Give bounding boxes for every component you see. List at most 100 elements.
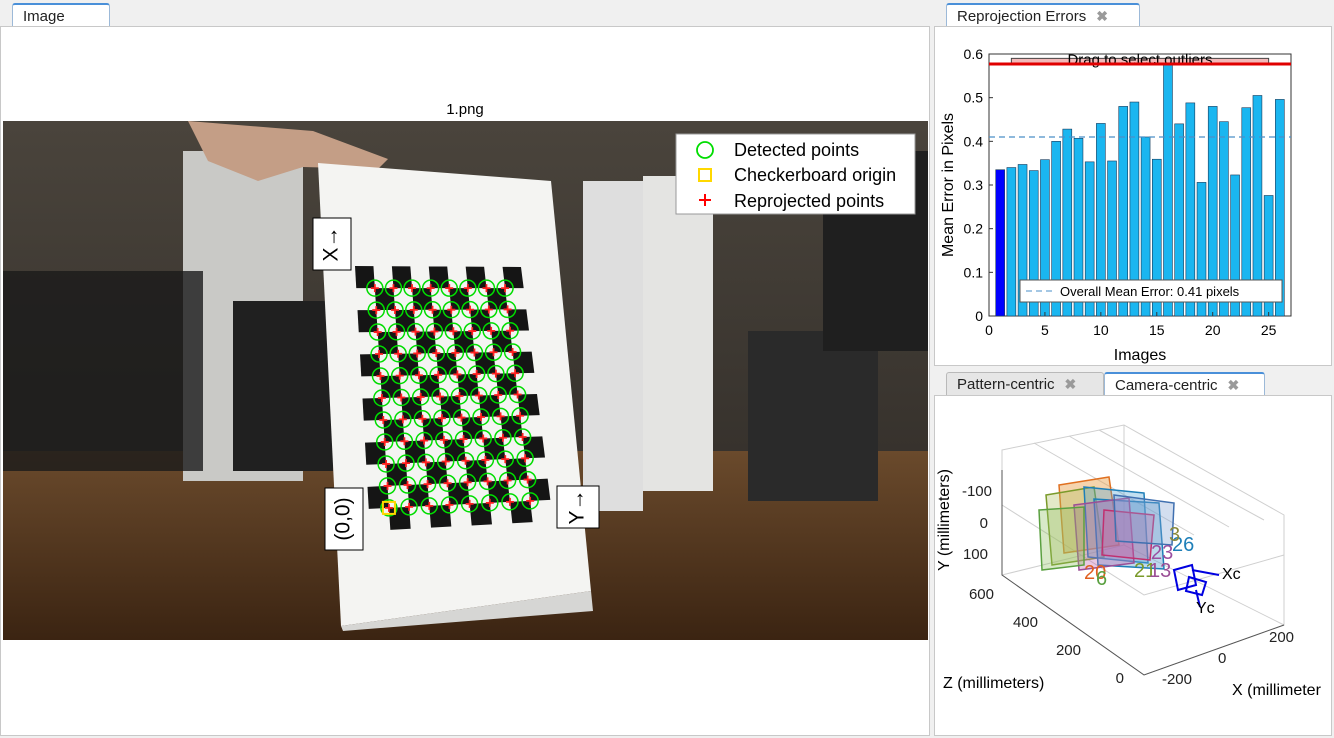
y-tick-label: 0.1 xyxy=(964,264,984,280)
checker-square xyxy=(465,459,488,483)
svg-text:(0,0): (0,0) xyxy=(332,497,355,540)
x-tick-label: 15 xyxy=(1149,322,1165,338)
checker-square xyxy=(465,266,487,289)
checker-square xyxy=(365,441,387,465)
y-axis-label: Mean Error in Pixels xyxy=(940,113,957,257)
tab-reprojection-errors[interactable]: Reprojection Errors ✖ xyxy=(946,3,1140,28)
checker-square xyxy=(453,331,475,353)
checker-square xyxy=(362,398,384,421)
checker-square xyxy=(428,266,450,289)
legend-origin: Checkerboard origin xyxy=(734,165,896,185)
y-tick-label: 0.5 xyxy=(964,90,984,106)
x-axis-label: X (millimeter xyxy=(1232,682,1322,699)
y-tick: 0 xyxy=(980,515,988,532)
checker-square xyxy=(461,416,484,440)
error-bar[interactable] xyxy=(1006,167,1017,317)
x-tick: 200 xyxy=(1269,629,1294,646)
z-axis-label: Z (millimeters) xyxy=(943,675,1044,692)
z-tick: 200 xyxy=(1056,642,1081,659)
error-bar[interactable] xyxy=(1163,63,1173,317)
checker-square xyxy=(395,309,416,332)
z-tick: 600 xyxy=(969,586,994,603)
checker-square xyxy=(483,437,506,460)
checker-square xyxy=(415,331,437,354)
y-tick-label: 0.2 xyxy=(964,221,984,237)
z-tick: 0 xyxy=(1116,670,1124,687)
checker-square xyxy=(447,482,470,505)
checker-square xyxy=(401,397,423,420)
y-tick-label: 0.4 xyxy=(964,133,984,149)
tab-camera-centric[interactable]: Camera-centric ✖ xyxy=(1104,372,1265,397)
y-arrow-label: Y→ xyxy=(556,485,600,529)
checker-square xyxy=(449,288,471,310)
checker-square xyxy=(469,502,492,526)
y-tick: -100 xyxy=(962,483,992,500)
checker-square xyxy=(404,440,426,464)
image-title: 1.png xyxy=(446,101,484,118)
camera-y-axis-label: Yc xyxy=(1196,600,1215,617)
y-axis-label: Y (millimeters) xyxy=(936,469,953,571)
reprojection-error-chart[interactable]: Drag to select outliers Overall Mean Erro… xyxy=(934,26,1332,366)
checker-square xyxy=(391,266,413,289)
tab-image[interactable]: Image xyxy=(12,3,110,28)
checker-square xyxy=(388,506,411,530)
camera-centric-3d-plot[interactable]: -100 0 100 600 400 200 0 -200 0 200 Y (m… xyxy=(934,395,1332,736)
calibration-image: X→ (0,0) Y→ Detected points Checkerboard… xyxy=(3,121,928,640)
checker-square xyxy=(377,331,399,355)
y-tick-label: 0.6 xyxy=(964,46,984,62)
origin-label: (0,0) xyxy=(324,487,364,551)
checker-square xyxy=(440,396,462,419)
svg-text:Y→: Y→ xyxy=(566,489,589,524)
tab-image-label: Image xyxy=(23,8,65,25)
svg-text:X→: X→ xyxy=(320,226,343,261)
checker-square xyxy=(374,288,396,311)
legend-detected: Detected points xyxy=(734,140,859,160)
legend-reprojected: Reprojected points xyxy=(734,191,884,211)
y-tick: 100 xyxy=(963,546,988,563)
checker-square xyxy=(412,288,433,310)
x-tick: 0 xyxy=(1218,650,1226,667)
checker-square xyxy=(487,480,510,503)
checker-square xyxy=(357,310,378,333)
checker-square xyxy=(367,485,389,509)
x-arrow-label: X→ xyxy=(312,217,352,271)
z-tick: 400 xyxy=(1013,614,1038,631)
mean-legend: Overall Mean Error: 0.41 pixels xyxy=(1019,279,1283,303)
x-tick-label: 20 xyxy=(1205,322,1221,338)
x-tick-label: 5 xyxy=(1041,322,1049,338)
tab-pattern-centric-label: Pattern-centric xyxy=(957,376,1055,393)
x-tick-label: 25 xyxy=(1261,322,1277,338)
y-tick-label: 0 xyxy=(975,308,983,324)
y-tick-label: 0.3 xyxy=(964,177,984,193)
pattern-label: 6 xyxy=(1096,568,1107,590)
tab-reprojection-errors-label: Reprojection Errors xyxy=(957,8,1087,25)
checker-square xyxy=(383,419,405,442)
checker-square xyxy=(432,309,454,332)
camera-x-axis-label: Xc xyxy=(1222,566,1241,583)
checker-square xyxy=(380,375,402,398)
checker-square xyxy=(457,374,479,396)
checker-square xyxy=(443,439,466,462)
checker-square xyxy=(418,374,441,397)
pattern-label: 13 xyxy=(1149,560,1171,582)
checker-square xyxy=(436,352,458,375)
drag-label: Drag to select outliers xyxy=(1067,51,1212,68)
x-tick: -200 xyxy=(1162,671,1192,688)
x-tick-label: 10 xyxy=(1093,322,1109,338)
checker-square xyxy=(398,353,419,376)
checker-square xyxy=(407,484,430,507)
checker-square xyxy=(478,395,501,417)
tab-camera-centric-label: Camera-centric xyxy=(1115,377,1218,394)
checker-square xyxy=(425,461,448,485)
x-axis-label: Images xyxy=(1114,347,1166,364)
close-icon[interactable]: ✖ xyxy=(1065,376,1077,392)
checker-square xyxy=(386,463,408,486)
tab-pattern-centric[interactable]: Pattern-centric ✖ xyxy=(946,372,1104,397)
x-tick-label: 0 xyxy=(985,322,993,338)
checker-square xyxy=(360,354,381,377)
checker-square xyxy=(429,504,452,528)
close-icon[interactable]: ✖ xyxy=(1228,377,1240,393)
close-icon[interactable]: ✖ xyxy=(1096,8,1108,24)
checker-square xyxy=(422,418,444,441)
error-bar[interactable] xyxy=(995,169,1005,317)
